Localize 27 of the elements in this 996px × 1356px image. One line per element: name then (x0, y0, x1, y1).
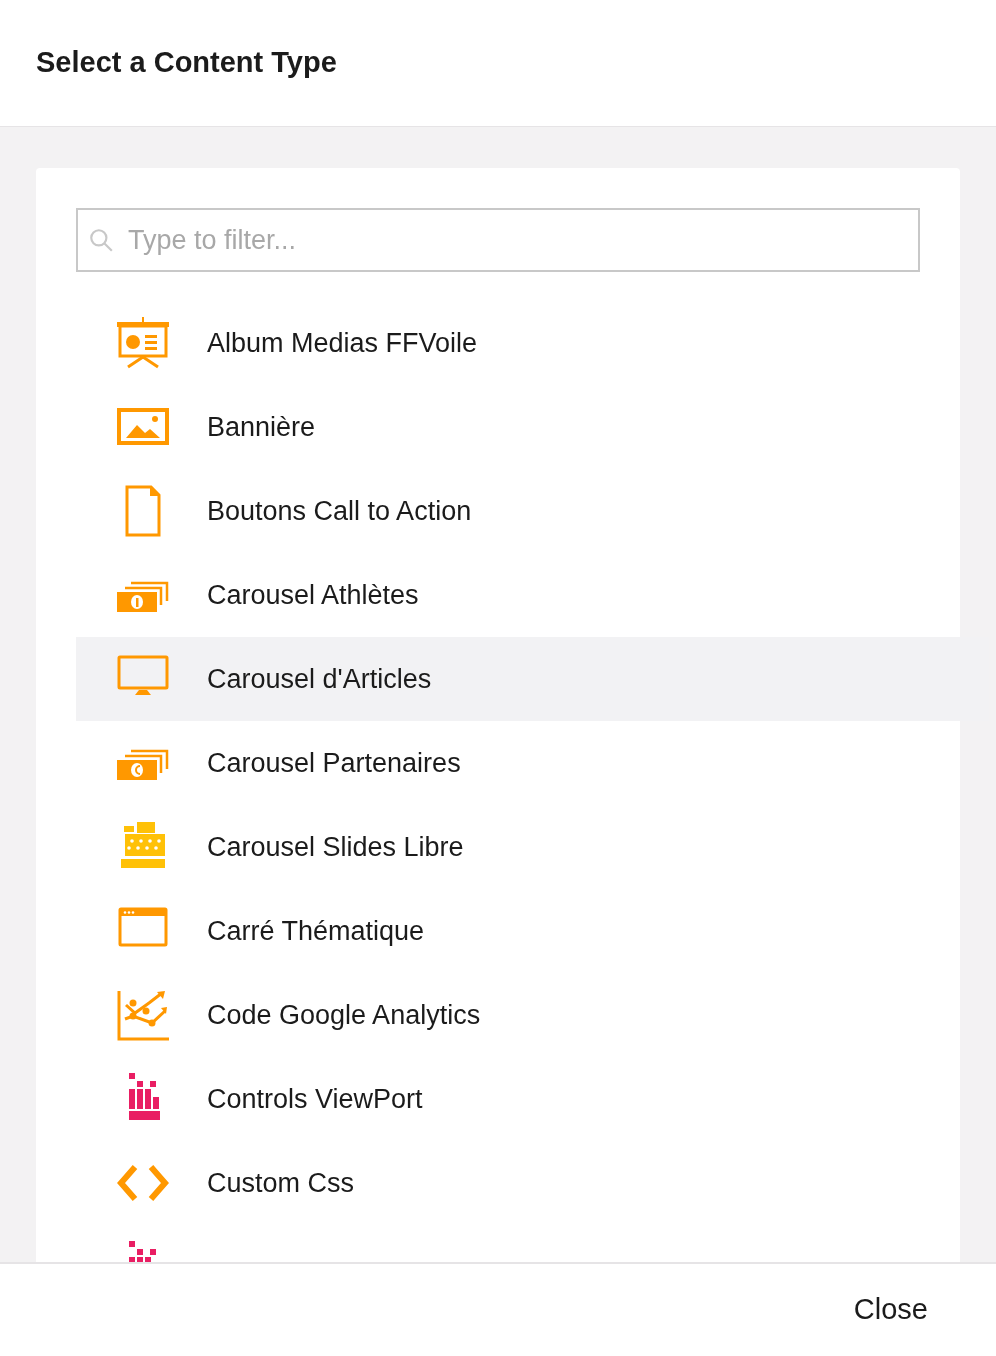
item-label: Custom Css (207, 1166, 355, 1200)
item-label: Album Medias FFVoile (207, 326, 478, 360)
content-type-item[interactable]: Carré Thématique (76, 889, 989, 973)
search-icon (88, 227, 114, 253)
item-label: Carousel Slides Libre (207, 830, 464, 864)
item-label: Carousel Partenaires (207, 746, 461, 780)
content-type-item[interactable]: Custom Css (76, 1141, 989, 1225)
item-label: Code Google Analytics (207, 998, 481, 1032)
content-type-item[interactable]: Album Medias FFVoile (76, 301, 989, 385)
content-type-item[interactable]: Carousel Partenaires (76, 721, 989, 805)
content-type-item[interactable]: Carousel Slides Libre (76, 805, 989, 889)
content-type-item[interactable]: Controls ViewPort (76, 1057, 989, 1141)
content-type-item[interactable]: Carousel Athlètes (76, 553, 989, 637)
close-button[interactable]: Close (853, 1288, 928, 1332)
content-type-item[interactable]: Code Google Analytics (76, 973, 989, 1057)
item-label: Carré Thématique (207, 914, 425, 948)
content-type-item[interactable]: Bannière (76, 385, 989, 469)
content-type-item[interactable]: Boutons Call to Action (76, 469, 989, 553)
item-label: Bannière (207, 410, 316, 444)
item-label: Boutons Call to Action (207, 494, 472, 528)
presentation-board-icon (116, 317, 169, 369)
search-field[interactable]: Type to filter... (76, 208, 920, 272)
item-label: Controls ViewPort (207, 1082, 423, 1116)
item-label: Carousel d'Articles (207, 662, 432, 696)
dialog-title: Select a Content Type (36, 45, 337, 81)
line-chart-icon (116, 989, 169, 1041)
item-label: Carousel Athlètes (207, 578, 419, 612)
